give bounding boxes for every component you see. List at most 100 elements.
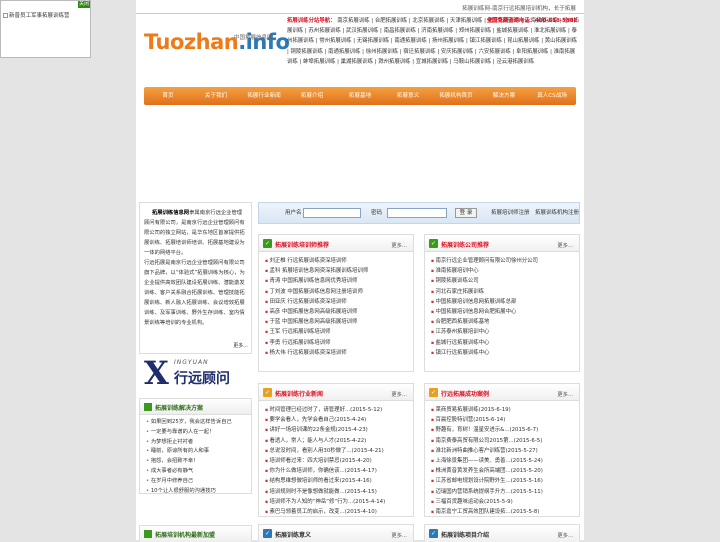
solution-item[interactable]: 一定要与靠谱的人在一起！ [146, 428, 251, 438]
companies-more-link[interactable]: 更多... [557, 241, 573, 249]
company-item[interactable]: 铜陵拓展训练公司 [431, 276, 579, 286]
projects-box: ✓ 拓展训练项目介绍 更多... [424, 524, 580, 542]
case-item[interactable]: 上海徐景集团——读美、勇善...(2015-5-24) [431, 456, 579, 466]
nav-cs[interactable]: 真人CS战场 [528, 87, 576, 105]
trainer-item[interactable]: 青涛 中国拓展训练信息网优秀培训师 [265, 276, 413, 286]
case-item[interactable]: 百晨控股特训营(2015-6-14) [431, 415, 579, 425]
solution-item[interactable]: 如果回到25岁，我会这样告诉自己 [146, 418, 251, 428]
nav-news[interactable]: 拓展行业新闻 [240, 87, 288, 105]
new-orgs-panel: 拓展培训机构最新加盟 [139, 525, 252, 542]
trainer-register-link[interactable]: 拓展培训师注册 [491, 203, 530, 223]
case-item[interactable]: 株洲黄音黄发养生会所高端团...(2015-5-20) [431, 466, 579, 476]
ad-alt-text: 新普员工军事拓展训练营 [9, 13, 70, 19]
nav-solutions[interactable]: 解决方案 [480, 87, 528, 105]
hotline: 全国免费咨询电话：400-618-5808 [486, 18, 578, 24]
news-item[interactable]: 时间管理已经过时了，请管理好...(2015-5-12) [265, 405, 413, 415]
cases-more-link[interactable]: 更多... [557, 390, 573, 398]
username-input[interactable] [303, 208, 361, 218]
company-item[interactable]: 南京行远企业管理顾问有限公司徐州分公司 [431, 256, 579, 266]
news-more-link[interactable]: 更多... [391, 390, 407, 398]
news-item[interactable]: 培训规则时不是像想做就能做...(2015-4-15) [265, 487, 413, 497]
ad-image[interactable]: 新普员工军事拓展训练营 [3, 11, 70, 19]
intro-para1: 隶属南京行远企业管理顾问有限公司，是南京行远企业管理顾问有限公司的独立网站，是华… [144, 210, 245, 256]
trainer-item[interactable]: 刘正椎 行远拓展训练资深培训师 [265, 256, 413, 266]
trainer-item[interactable]: 杨大伟 行远拓展训练资深培训师 [265, 348, 413, 358]
company-item[interactable]: 盐城行远拓展训练中心 [431, 338, 579, 348]
info-icon: ✓ [263, 529, 272, 538]
solution-item[interactable]: 成大事者必有静气 [146, 467, 251, 477]
nav-intro[interactable]: 拓展介绍 [288, 87, 336, 105]
projects-more-link[interactable]: 更多... [557, 531, 573, 539]
people-icon: ✓ [263, 239, 272, 248]
ad-close-button[interactable]: 关闭 [78, 1, 90, 8]
company-item[interactable]: 合肥肥西拓展训练基地 [431, 317, 579, 327]
trainer-item[interactable]: 高彦 中国拓展信息网高级拓展培训师 [265, 307, 413, 317]
case-item[interactable]: 野趣有，育树！温星安进示&...(2015-6-7) [431, 425, 579, 435]
company-item[interactable]: 中国拓展培训信息网拓展训练总部 [431, 297, 579, 307]
companies-box: ✓ 拓展训练公司推荐 更多... 南京行远企业管理顾问有限公司徐州分公司 淮南拓… [424, 234, 580, 372]
news-item[interactable]: 培训师不为人知的“神岳”修“行为...(2015-4-14) [265, 497, 413, 507]
trainer-item[interactable]: 孟科 拓展培训信息网资深拓展训练培训师 [265, 266, 413, 276]
building-icon: ✓ [429, 239, 438, 248]
nav-bases[interactable]: 拓展基地 [336, 87, 384, 105]
case-item[interactable]: 淮北新洲特曲推心客户训练营(2015-5-27) [431, 446, 579, 456]
consultant-logo-mark: X [144, 354, 169, 392]
broken-image-icon [3, 13, 8, 18]
solution-item[interactable]: 睡前，原谅所有的人和事 [146, 447, 251, 457]
projects-title: 拓展训练项目介绍 [441, 532, 490, 539]
nav-org-home[interactable]: 拓展机构首页 [432, 87, 480, 105]
cases-box: ✓ 行远拓展成功案例 更多... 莱商贸易拓展训练(2015-6-19) 百晨控… [424, 383, 580, 517]
intro-more-link[interactable]: 更多... [233, 341, 248, 351]
consultant-logo-name: 行远顾问 [174, 371, 230, 387]
trainer-item[interactable]: 于蓝 中国拓展信息网高级拓展培训师 [265, 317, 413, 327]
trainer-item[interactable]: 丁刘波 中国拓展训练信息网注册培训师 [265, 287, 413, 297]
login-button[interactable]: 登 录 [455, 208, 477, 218]
news-item[interactable]: 结构思维想做培训师的看过来(2015-4-16) [265, 476, 413, 486]
solutions-header: 拓展训练解决方案 [140, 399, 251, 415]
company-item[interactable]: 镇江行远拓展训练中心 [431, 348, 579, 358]
leaf-icon [144, 530, 152, 538]
case-item[interactable]: 江苏省邮电规划设计院野外生...(2015-5-16) [431, 476, 579, 486]
consultant-logo[interactable]: X INGYUAN 行远顾问 [144, 355, 252, 393]
trainers-more-link[interactable]: 更多... [391, 241, 407, 249]
trainers-header: ✓ 拓展训练培训师推荐 更多... [259, 235, 413, 252]
news-item[interactable]: 讲好一场培训课的22条金规(2015-4-23) [265, 425, 413, 435]
trainer-item[interactable]: 王军 行远拓展训练培训师 [265, 327, 413, 337]
meaning-more-link[interactable]: 更多... [391, 531, 407, 539]
company-item[interactable]: 中国拓展培训信息网合肥拓展中心 [431, 307, 579, 317]
case-item[interactable]: 三福百货趣味运动会(2015-5-9) [431, 497, 579, 507]
password-input[interactable] [387, 208, 447, 218]
org-register-link[interactable]: 拓展训练机构注册 [535, 203, 579, 223]
case-item[interactable]: 迈瑞国内营销系统提纲手升方...(2015-5-11) [431, 487, 579, 497]
case-item[interactable]: 南京费泰高贸有限公司2015第...(2015-6-5) [431, 436, 579, 446]
solution-item[interactable]: 10个让人很舒服的沟通技巧 [146, 487, 251, 497]
solution-item[interactable]: 为梦想拒止衬衬者 [146, 438, 251, 448]
news-item[interactable]: 你为什么做培训师，你确信该...(2015-4-17) [265, 466, 413, 476]
news-item[interactable]: 看透人，常人；能人与人才(2015-4-22) [265, 436, 413, 446]
news-item[interactable]: 培训师看过来：四大培训禁忌(2015-4-20) [265, 456, 413, 466]
companies-title: 拓展训练公司推荐 [441, 242, 490, 249]
company-item[interactable]: 江苏泰州拓展培训中心 [431, 327, 579, 337]
company-item[interactable]: 河北石家庄拓展训练 [431, 287, 579, 297]
nav-home[interactable]: 首页 [144, 87, 192, 105]
info-icon: ✓ [429, 529, 438, 538]
case-item[interactable]: 南京嘉宁工贸高效团队建设拓...(2015-5-8) [431, 507, 579, 517]
logo-word-a: Tuozhan [144, 30, 239, 54]
trainer-item[interactable]: 李勇 行远拓展训练培训师 [265, 338, 413, 348]
solution-item[interactable]: 在岁月中修养自己 [146, 477, 251, 487]
site-logo[interactable]: Tuozhan.info 中国拓展信息网 [144, 30, 290, 68]
nav-about[interactable]: 关于我们 [192, 87, 240, 105]
top-bar-text: 拓展训练网-南京行远拓展培训机构，长于拓展 [462, 6, 576, 12]
top-bar: 拓展训练网-南京行远拓展培训机构，长于拓展 [136, 0, 584, 14]
nav-meaning[interactable]: 拓展意义 [384, 87, 432, 105]
trainers-title: 拓展训练培训师推荐 [275, 242, 330, 249]
case-item[interactable]: 莱商贸易拓展训练(2015-6-19) [431, 405, 579, 415]
news-item[interactable]: 总说没时间，看别人用30秒做了...(2015-4-21) [265, 446, 413, 456]
news-item[interactable]: 要学会看人，先学会看自己(2015-4-24) [265, 415, 413, 425]
company-item[interactable]: 淮南拓展培训中心 [431, 266, 579, 276]
solution-item[interactable]: 抱怨，会招致不幸！ [146, 457, 251, 467]
trainer-item[interactable]: 田亚庆 行远拓展训练资深培训师 [265, 297, 413, 307]
news-box: ✓ 拓展训练行业新闻 更多... 时间管理已经过时了，请管理好...(2015-… [258, 383, 414, 517]
news-item[interactable]: 素巴马领着员工的启示，改变...(2015-4-10) [265, 507, 413, 517]
floating-ad[interactable]: 关闭 新普员工军事拓展训练营 [0, 0, 91, 58]
